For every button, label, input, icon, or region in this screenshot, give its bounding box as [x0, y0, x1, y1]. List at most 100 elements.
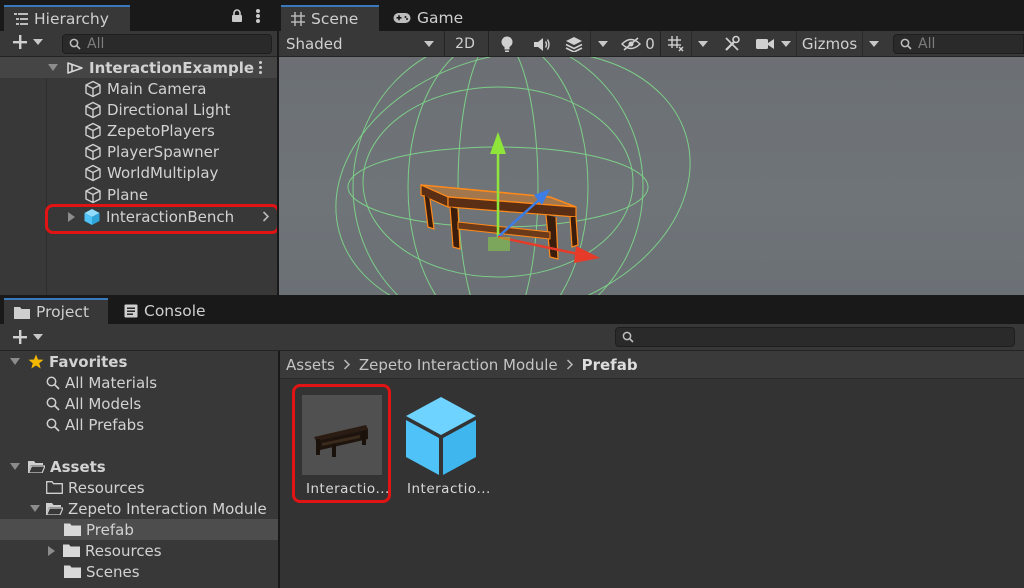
chevron-down-icon [33, 334, 43, 340]
expand-arrow-icon[interactable] [48, 545, 55, 556]
gizmos-button[interactable]: Gizmos [796, 31, 862, 57]
tab-scene[interactable]: Scene [281, 5, 379, 31]
project-content-area [280, 351, 1024, 588]
hierarchy-scene-row[interactable]: InteractionExample [0, 57, 277, 78]
scene-menu-icon[interactable] [259, 61, 263, 74]
tab-game[interactable]: Game [383, 5, 473, 31]
hierarchy-item-main-camera[interactable]: Main Camera [0, 78, 277, 99]
hierarchy-item-zepeto-players[interactable]: ZepetoPlayers [0, 120, 277, 141]
tab-game-label: Game [417, 9, 464, 27]
assets-label: Assets [50, 457, 106, 476]
chevron-down-icon [33, 39, 43, 45]
tab-project[interactable]: Project [4, 298, 108, 324]
gizmos-label: Gizmos [801, 35, 858, 53]
folder-icon [64, 523, 81, 536]
shading-mode-value: Shaded [286, 35, 343, 53]
assets-item-resources-sub[interactable]: Resources [0, 540, 162, 561]
gameobject-cube-icon [85, 186, 101, 203]
assets-item-resources[interactable]: Resources [0, 477, 145, 498]
scene-viewport[interactable] [278, 57, 1024, 295]
expand-arrow-icon[interactable] [48, 64, 58, 71]
toggle-2d-button[interactable]: 2D [448, 31, 482, 57]
gameobject-cube-icon [85, 101, 101, 118]
hierarchy-item-plane[interactable]: Plane [0, 184, 277, 205]
chevron-down-icon [424, 41, 434, 47]
chevron-down-icon [697, 41, 708, 47]
camera-settings-dropdown[interactable] [778, 31, 794, 57]
expand-arrow-icon[interactable] [30, 505, 40, 512]
project-search-input[interactable] [615, 327, 1015, 347]
project-create-button[interactable] [12, 329, 43, 345]
lock-icon[interactable] [231, 9, 243, 23]
gameobject-cube-icon [85, 122, 101, 139]
assets-item-label: Zepeto Interaction Module [68, 499, 267, 518]
audio-toggle[interactable] [527, 31, 557, 57]
lightbulb-icon [501, 36, 513, 52]
effects-toggle[interactable] [560, 31, 588, 57]
favorites-label: Favorites [49, 352, 128, 371]
shading-mode-dropdown[interactable]: Shaded [280, 31, 440, 57]
expand-arrow-icon[interactable] [10, 358, 20, 365]
hierarchy-item-directional-light[interactable]: Directional Light [0, 99, 277, 120]
plus-icon [13, 35, 27, 49]
favorite-item-models[interactable]: All Models [0, 393, 141, 414]
prefab-cube-icon [406, 397, 476, 475]
breadcrumb-item-assets[interactable]: Assets [286, 356, 335, 374]
gameobject-cube-icon [85, 143, 101, 160]
chevron-down-icon [868, 41, 879, 47]
asset-item-label: Interactio... [407, 481, 491, 497]
favorite-item-prefabs[interactable]: All Prefabs [0, 414, 144, 435]
hierarchy-search-input[interactable]: All [62, 34, 272, 54]
chevron-right-icon [566, 359, 573, 370]
camera-settings-button[interactable] [751, 31, 779, 57]
tools-toggle[interactable] [718, 31, 746, 57]
folder-outline-icon [46, 481, 63, 494]
search-icon [900, 38, 912, 50]
effects-dropdown[interactable] [590, 31, 614, 57]
wrench-icon [725, 35, 740, 51]
gizmos-dropdown[interactable] [862, 31, 884, 57]
chevron-down-icon [781, 41, 791, 47]
lighting-toggle[interactable] [492, 31, 522, 57]
favorite-item-label: All Materials [65, 373, 158, 392]
scene-search-input[interactable]: All [893, 34, 1024, 54]
hidden-count: 0 [645, 35, 655, 53]
hierarchy-item-world-multiplay[interactable]: WorldMultiplay [0, 162, 277, 183]
folder-open-icon [46, 503, 63, 515]
tab-hierarchy[interactable]: Hierarchy [4, 5, 130, 31]
chevron-down-icon [597, 41, 608, 47]
eye-slash-icon [621, 37, 642, 51]
search-icon [46, 397, 60, 411]
asset-item-prefab-cube[interactable] [402, 395, 480, 475]
hierarchy-item-label: Plane [107, 185, 149, 204]
chevron-right-icon [343, 359, 350, 370]
assets-item-scenes[interactable]: Scenes [0, 561, 140, 582]
speaker-icon [534, 37, 550, 51]
grid-dropdown[interactable] [691, 31, 713, 57]
assets-item-label: Resources [68, 478, 145, 497]
assets-item-label: Resources [85, 541, 162, 560]
hierarchy-item-label: ZepetoPlayers [107, 121, 215, 140]
layers-icon [565, 37, 583, 52]
search-icon [69, 38, 81, 50]
hierarchy-list-icon [14, 13, 28, 25]
assets-item-prefab[interactable]: Prefab [0, 519, 278, 540]
hierarchy-item-label: WorldMultiplay [107, 163, 219, 182]
tab-project-label: Project [36, 303, 90, 321]
breadcrumb-item-module[interactable]: Zepeto Interaction Module [359, 356, 558, 374]
favorites-row[interactable]: Favorites [0, 351, 127, 372]
hierarchy-more-icon[interactable] [256, 9, 260, 23]
hierarchy-create-button[interactable] [12, 34, 43, 50]
hierarchy-item-player-spawner[interactable]: PlayerSpawner [0, 141, 277, 162]
assets-item-zepeto-interaction-module[interactable]: Zepeto Interaction Module [0, 498, 267, 519]
console-icon [124, 304, 138, 318]
expand-arrow-icon[interactable] [10, 463, 20, 470]
grid-toggle[interactable] [663, 31, 689, 57]
tab-console[interactable]: Console [114, 298, 216, 324]
hierarchy-item-label: PlayerSpawner [107, 142, 220, 161]
assets-row[interactable]: Assets [0, 456, 106, 477]
scene-visibility-toggle[interactable]: 0 [618, 31, 658, 57]
breadcrumb-item-prefab[interactable]: Prefab [582, 356, 638, 374]
star-icon [28, 354, 44, 369]
favorite-item-materials[interactable]: All Materials [0, 372, 157, 393]
